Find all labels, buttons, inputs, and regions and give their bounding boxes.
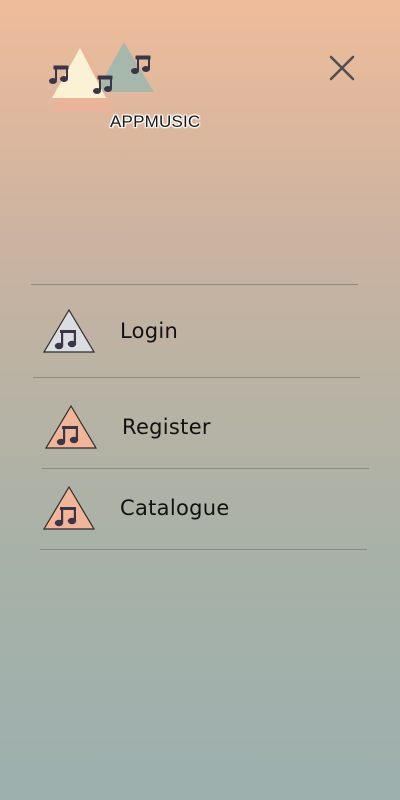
close-button[interactable] bbox=[324, 50, 360, 86]
menu-divider-2 bbox=[42, 468, 369, 469]
menu-divider-top bbox=[31, 284, 358, 285]
music-triangle-icon bbox=[44, 404, 98, 449]
logo-icon bbox=[49, 42, 154, 112]
menu-item-label: Login bbox=[120, 319, 179, 343]
menu-item-label: Catalogue bbox=[120, 496, 230, 520]
menu-item-register[interactable]: Register bbox=[44, 392, 211, 462]
app-logo: APPMUSIC bbox=[44, 36, 204, 136]
logo-text: APPMUSIC bbox=[110, 112, 201, 131]
music-triangle-icon bbox=[42, 308, 96, 353]
menu-divider-3 bbox=[40, 549, 367, 550]
music-triangle-icon bbox=[42, 485, 96, 530]
close-icon bbox=[329, 55, 355, 81]
menu-divider-1 bbox=[33, 377, 360, 378]
menu-item-catalogue[interactable]: Catalogue bbox=[42, 473, 230, 543]
menu-item-login[interactable]: Login bbox=[42, 296, 178, 366]
menu-item-label: Register bbox=[122, 415, 211, 439]
